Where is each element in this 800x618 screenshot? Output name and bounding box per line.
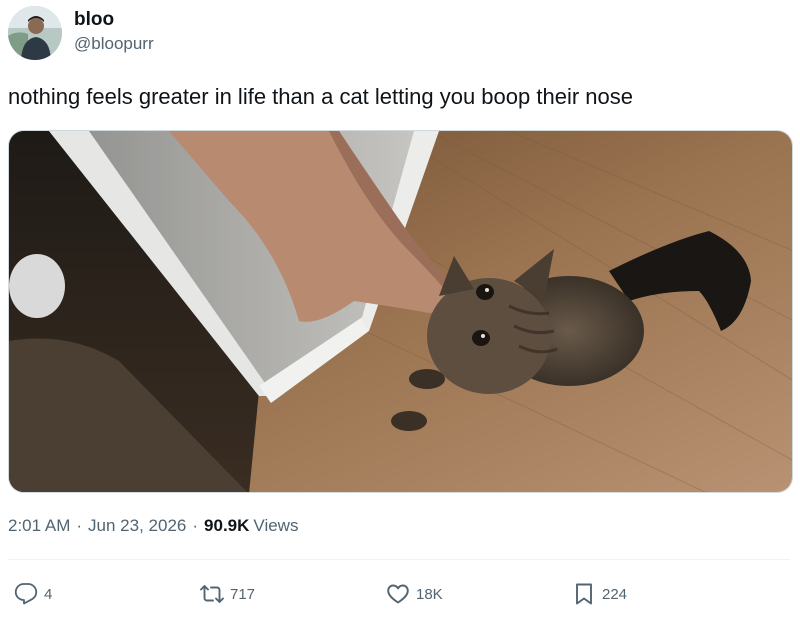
views-label: Views bbox=[253, 516, 299, 535]
reply-button[interactable]: 4 bbox=[14, 582, 52, 606]
divider bbox=[8, 559, 790, 560]
bookmark-button[interactable]: 224 bbox=[572, 582, 627, 606]
reply-icon bbox=[14, 583, 38, 605]
tweet-header: bloo @bloopurr bbox=[8, 6, 788, 66]
bookmark-count: 224 bbox=[602, 585, 628, 603]
user-handle[interactable]: @bloopurr bbox=[74, 32, 154, 56]
like-count: 18K bbox=[416, 585, 443, 603]
tweet-text: nothing feels greater in life than a cat… bbox=[8, 84, 633, 109]
tweet-photo[interactable] bbox=[8, 130, 793, 493]
like-button[interactable]: 18K bbox=[386, 582, 443, 606]
views-count: 90.9K bbox=[204, 516, 250, 535]
like-icon bbox=[387, 584, 409, 604]
separator-dot: · bbox=[76, 516, 83, 535]
display-name[interactable]: bloo bbox=[74, 8, 154, 32]
reply-count: 4 bbox=[44, 585, 53, 603]
separator-dot: · bbox=[192, 516, 199, 535]
retweet-count: 717 bbox=[230, 585, 256, 603]
tweet-time[interactable]: 2:01 AM bbox=[8, 516, 70, 536]
retweet-button[interactable]: 717 bbox=[200, 582, 255, 606]
retweet-icon bbox=[200, 585, 224, 603]
bookmark-icon bbox=[576, 583, 592, 605]
tweet-meta: 2:01 AM · Jun 23, 2026 · 90.9K Views bbox=[8, 516, 298, 536]
avatar[interactable] bbox=[8, 6, 62, 60]
tweet-date[interactable]: Jun 23, 2026 bbox=[88, 516, 186, 536]
tweet-actions: 4 717 18K 224 bbox=[0, 582, 800, 616]
